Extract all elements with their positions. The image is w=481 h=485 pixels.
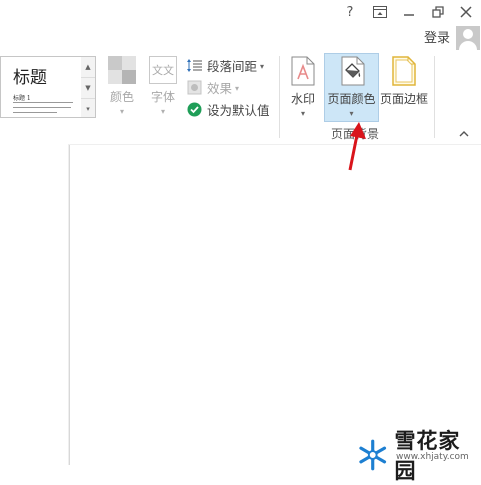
watermark-label: 水印 xyxy=(290,92,315,106)
help-button[interactable]: ? xyxy=(336,0,364,24)
annotation-arrow-icon xyxy=(348,122,366,171)
site-url: www.xhjaty.com xyxy=(396,452,469,462)
paragraph-spacing-caret: ▾ xyxy=(260,61,265,71)
effects-caret: ▾ xyxy=(235,83,240,93)
page-borders-icon xyxy=(392,56,416,86)
effects-button[interactable]: 效果 ▾ xyxy=(187,77,239,97)
collapse-ribbon-button[interactable] xyxy=(459,127,469,140)
gallery-line xyxy=(13,107,71,108)
paragraph-spacing-label: 段落间距 xyxy=(207,58,258,74)
ribbon-separator xyxy=(279,56,280,138)
gallery-scrollbar[interactable]: ▲ ▼ ▾ xyxy=(81,56,96,118)
colors-label: 颜色 xyxy=(109,90,134,104)
effects-icon xyxy=(187,80,202,95)
page-borders-button[interactable]: 页面边框 xyxy=(378,56,430,107)
ribbon-display-icon xyxy=(373,6,387,18)
minimize-button[interactable] xyxy=(395,0,423,24)
avatar-head xyxy=(463,29,473,39)
style-set-gallery[interactable]: 标题 标题 1 xyxy=(0,56,82,118)
watermark-button[interactable]: 水印 ▾ xyxy=(287,56,319,118)
gallery-line xyxy=(13,112,57,113)
close-button[interactable] xyxy=(452,0,480,24)
ribbon-design-tab: 标题 标题 1 ▲ ▼ ▾ 颜色 ▾ 文文 字体 ▾ 段落间距 ▾ 效果 ▾ 设… xyxy=(0,52,481,145)
page-borders-label: 页面边框 xyxy=(379,92,428,106)
watermark-caret: ▾ xyxy=(300,109,305,118)
checkmark-icon xyxy=(187,102,202,117)
watermark-icon xyxy=(291,56,315,86)
colors-caret: ▾ xyxy=(119,107,124,116)
close-icon xyxy=(460,6,472,18)
gallery-line xyxy=(13,102,73,103)
colors-icon xyxy=(108,56,136,84)
avatar[interactable] xyxy=(456,26,480,50)
effects-label: 效果 xyxy=(207,80,233,96)
gallery-more-button[interactable]: ▾ xyxy=(81,99,95,119)
restore-button[interactable] xyxy=(424,0,452,24)
fonts-button[interactable]: 文文 字体 ▾ xyxy=(145,56,181,116)
page-color-button[interactable]: 页面颜色 ▾ xyxy=(324,56,379,118)
avatar-body xyxy=(459,41,477,50)
ribbon-separator xyxy=(434,56,435,138)
paragraph-spacing-icon xyxy=(187,58,202,73)
fonts-caret: ▾ xyxy=(160,107,165,116)
navigation-pane xyxy=(0,144,68,465)
set-as-default-button[interactable]: 设为默认值 xyxy=(187,99,270,119)
paint-bucket-icon xyxy=(341,56,364,86)
document-page[interactable] xyxy=(69,145,481,465)
gallery-scroll-up[interactable]: ▲ xyxy=(81,57,95,78)
chevron-up-icon xyxy=(459,131,469,137)
fonts-label: 字体 xyxy=(150,90,175,104)
gallery-heading1: 标题 1 xyxy=(13,95,31,102)
set-as-default-label: 设为默认值 xyxy=(207,102,270,118)
restore-icon xyxy=(432,6,444,18)
gallery-heading: 标题 xyxy=(13,68,47,88)
snowflake-logo-icon xyxy=(359,439,387,471)
fonts-icon: 文文 xyxy=(149,56,177,84)
page-color-caret: ▾ xyxy=(349,109,354,118)
ribbon-display-options-button[interactable] xyxy=(366,0,394,24)
minimize-icon xyxy=(404,14,414,16)
login-link[interactable]: 登录 xyxy=(424,27,450,46)
gallery-scroll-down[interactable]: ▼ xyxy=(81,78,95,99)
colors-button[interactable]: 颜色 ▾ xyxy=(104,56,140,116)
paragraph-spacing-button[interactable]: 段落间距 ▾ xyxy=(187,55,264,75)
page-color-label: 页面颜色 xyxy=(327,92,376,106)
site-watermark: 雪花家园 www.xhjaty.com xyxy=(356,425,481,485)
